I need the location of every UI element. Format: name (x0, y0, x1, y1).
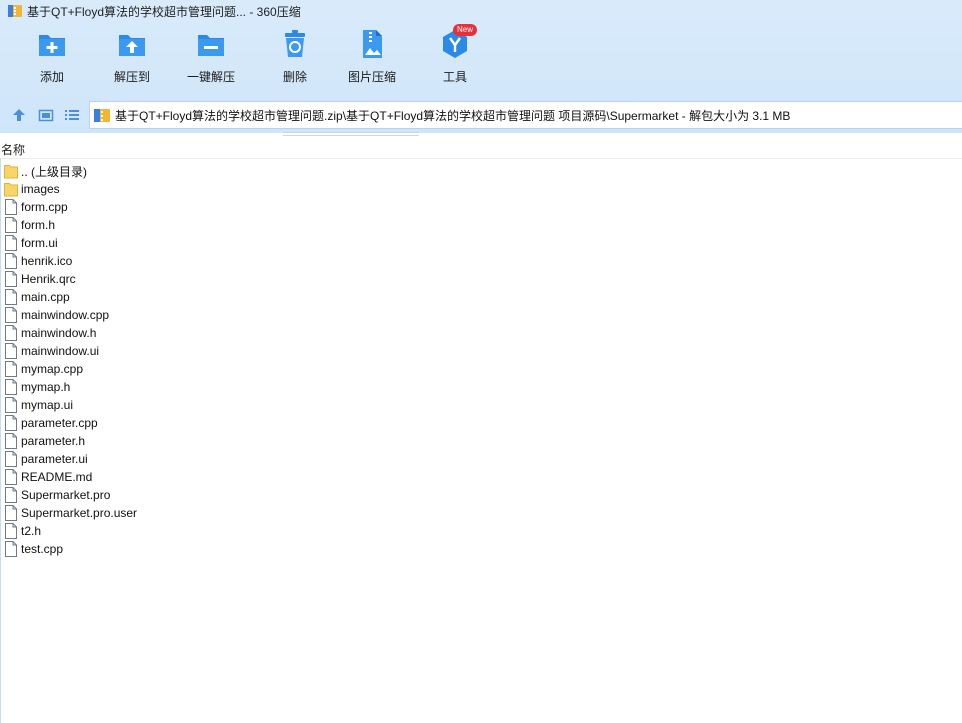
file-icon (4, 397, 18, 413)
file-name: README.md (21, 470, 93, 484)
file-name: henrik.ico (21, 254, 73, 268)
file-name: mymap.h (21, 380, 71, 394)
delete-label: 删除 (282, 70, 307, 84)
file-icon (4, 199, 18, 215)
file-row[interactable]: test.cpp (0, 540, 962, 558)
folder-icon (4, 163, 18, 179)
file-name: parameter.h (21, 434, 86, 448)
add-button[interactable]: 添加 (36, 28, 68, 85)
splitter-handle[interactable] (283, 132, 419, 136)
toolbar: 添加 解压到 一键解压 删除 图片压缩 New 工具 (0, 24, 962, 90)
image-compress-icon (363, 30, 382, 58)
app-logo-icon (8, 5, 22, 17)
file-icon (4, 379, 18, 395)
file-icon (4, 253, 18, 269)
file-row[interactable]: mainwindow.ui (0, 342, 962, 360)
file-name: Supermarket.pro.user (21, 506, 138, 520)
file-icon (4, 487, 18, 503)
folder-icon (4, 181, 18, 197)
file-name: mymap.ui (21, 398, 74, 412)
file-name: parameter.ui (21, 452, 88, 466)
address-bar[interactable]: 基于QT+Floyd算法的学校超市管理问题.zip\基于QT+Floyd算法的学… (89, 101, 962, 129)
file-row[interactable]: Supermarket.pro.user (0, 504, 962, 522)
file-name: main.cpp (21, 290, 70, 304)
file-name: mainwindow.ui (21, 344, 100, 358)
tools-label: 工具 (442, 70, 467, 84)
file-name: .. (上级目录) (21, 164, 87, 179)
file-icon (4, 469, 18, 485)
thumbnail-view-icon[interactable] (38, 107, 54, 123)
folder-row[interactable]: images (0, 180, 962, 198)
file-icon (4, 361, 18, 377)
file-icon (4, 451, 18, 467)
up-arrow-icon[interactable] (11, 107, 27, 123)
file-row[interactable]: mymap.cpp (0, 360, 962, 378)
extract-to-icon (119, 35, 145, 56)
file-row[interactable]: form.h (0, 216, 962, 234)
title-bar: 基于QT+Floyd算法的学校超市管理问题... - 360压缩 (0, 0, 962, 22)
column-header: 名称 (0, 138, 962, 159)
file-row[interactable]: henrik.ico (0, 252, 962, 270)
file-row[interactable]: parameter.ui (0, 450, 962, 468)
zip-archive-icon (94, 109, 110, 122)
new-badge: New (453, 24, 478, 36)
navigation-bar: 基于QT+Floyd算法的学校超市管理问题.zip\基于QT+Floyd算法的学… (0, 100, 962, 129)
file-row[interactable]: mainwindow.h (0, 324, 962, 342)
delete-button[interactable]: 删除 (279, 28, 311, 85)
one-click-extract-icon (198, 35, 224, 56)
file-name: Supermarket.pro (21, 488, 111, 502)
column-name-header[interactable]: 名称 (1, 141, 25, 158)
file-icon (4, 325, 18, 341)
file-row[interactable]: t2.h (0, 522, 962, 540)
file-row[interactable]: Supermarket.pro (0, 486, 962, 504)
file-name: mainwindow.h (21, 326, 97, 340)
file-list: .. (上级目录) images form.cpp form.h form.ui henr… (0, 162, 962, 558)
file-icon (4, 217, 18, 233)
window-title: 基于QT+Floyd算法的学校超市管理问题... - 360压缩 (27, 4, 301, 19)
extract-to-button[interactable]: 解压到 (114, 28, 150, 85)
image-compress-button[interactable]: 图片压缩 (348, 28, 396, 85)
file-name: images (21, 182, 60, 196)
file-row[interactable]: form.cpp (0, 198, 962, 216)
file-name: form.cpp (21, 200, 68, 214)
file-icon (4, 343, 18, 359)
file-icon (4, 235, 18, 251)
file-icon (4, 415, 18, 431)
file-name: form.h (21, 218, 56, 232)
file-row[interactable]: main.cpp (0, 288, 962, 306)
file-row[interactable]: mymap.h (0, 378, 962, 396)
file-icon (4, 271, 18, 287)
file-row[interactable]: mymap.ui (0, 396, 962, 414)
delete-icon (285, 30, 305, 57)
file-row[interactable]: form.ui (0, 234, 962, 252)
one-click-extract-label: 一键解压 (187, 70, 236, 84)
file-name: test.cpp (21, 542, 64, 556)
one-click-extract-button[interactable]: 一键解压 (187, 28, 235, 85)
add-icon (39, 35, 65, 56)
file-row[interactable]: Henrik.qrc (0, 270, 962, 288)
file-name: mainwindow.cpp (21, 308, 110, 322)
file-icon (4, 505, 18, 521)
address-path: 基于QT+Floyd算法的学校超市管理问题.zip\基于QT+Floyd算法的学… (115, 108, 791, 123)
file-name: t2.h (21, 524, 42, 538)
file-row[interactable]: mainwindow.cpp (0, 306, 962, 324)
add-label: 添加 (39, 70, 64, 84)
extract-to-label: 解压到 (114, 70, 151, 84)
file-name: Henrik.qrc (21, 272, 76, 286)
folder-row[interactable]: .. (上级目录) (0, 162, 962, 180)
file-icon (4, 289, 18, 305)
file-icon (4, 541, 18, 557)
tools-button[interactable]: New 工具 (439, 24, 478, 85)
file-row[interactable]: parameter.cpp (0, 414, 962, 432)
file-name: form.ui (21, 236, 58, 250)
file-row[interactable]: README.md (0, 468, 962, 486)
file-icon (4, 307, 18, 323)
file-icon (4, 433, 18, 449)
file-name: parameter.cpp (21, 416, 98, 430)
list-view-icon[interactable] (64, 107, 80, 123)
file-icon (4, 523, 18, 539)
image-compress-label: 图片压缩 (348, 70, 397, 84)
file-row[interactable]: parameter.h (0, 432, 962, 450)
file-name: mymap.cpp (21, 362, 84, 376)
